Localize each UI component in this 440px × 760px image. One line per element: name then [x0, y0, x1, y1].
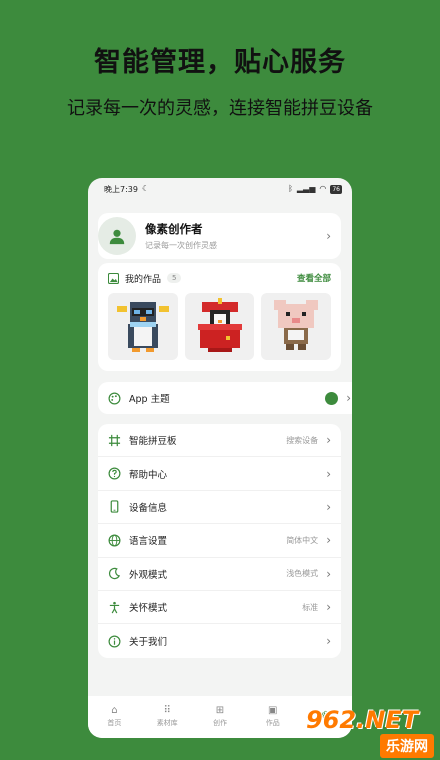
images-icon: ▣ [268, 705, 278, 716]
chevron-right-icon: › [326, 600, 331, 615]
profile-subtitle: 记录每一次创作灵感 [145, 241, 217, 250]
settings-item-label: 关于我们 [129, 637, 168, 649]
globe-icon [108, 534, 121, 547]
theme-color-swatch [325, 391, 339, 405]
chevron-right-icon: › [326, 634, 331, 649]
settings-item-label: 帮助中心 [129, 469, 168, 481]
app-theme-row[interactable]: App 主题 › [98, 382, 352, 414]
settings-item-care-mode[interactable]: 关怀模式 标准 › [98, 591, 341, 625]
settings-item-label: 智能拼豆板 [129, 436, 177, 448]
settings-item-value: 简体中文 [286, 535, 319, 545]
grid-icon: ⠿ [163, 705, 171, 716]
tab-label: 首页 [107, 719, 122, 727]
work-thumbnail-penguin[interactable] [108, 293, 178, 360]
red-bowl-pixel-art [197, 297, 242, 352]
works-title: 我的作品 [125, 274, 162, 285]
settings-item-value: 标准 [302, 602, 319, 612]
profile-card[interactable]: 像素创作者 记录每一次创作灵感 › [98, 213, 341, 259]
status-bar: 晚上7:39 ☾ ᛒ ▂▃▅ ◠ 76 [88, 178, 352, 200]
settings-list: 智能拼豆板 搜索设备 › 帮助中心 › 设备信息 › 语言设置 简体中文 › 外… [98, 424, 341, 658]
app-theme-label: App 主题 [129, 394, 170, 405]
wifi-icon: ◠ [319, 184, 327, 193]
avatar [98, 217, 136, 255]
chevron-right-icon: › [346, 391, 351, 405]
settings-item-value: 搜索设备 [286, 435, 319, 445]
home-icon: ⌂ [111, 705, 118, 716]
tab-create[interactable]: ⊞ 创作 [195, 706, 245, 728]
bluetooth-icon: ᛒ [288, 184, 293, 193]
settings-item-language[interactable]: 语言设置 简体中文 › [98, 524, 341, 558]
bear-pixel-art [274, 299, 319, 350]
settings-item-help[interactable]: 帮助中心 › [98, 457, 341, 491]
work-thumbnail-bear[interactable] [261, 293, 332, 360]
plus-square-icon: ⊞ [215, 705, 225, 716]
user-icon [109, 229, 125, 245]
works-count-badge: 5 [167, 273, 182, 283]
settings-item-appearance[interactable]: 外观模式 浅色模式 › [98, 558, 341, 591]
tab-works[interactable]: ▣ 作品 [248, 706, 298, 728]
grid-hash-icon [108, 434, 121, 447]
tab-materials[interactable]: ⠿ 素材库 [142, 706, 192, 728]
settings-item-smart-board[interactable]: 智能拼豆板 搜索设备 › [98, 424, 341, 458]
settings-item-label: 外观模式 [129, 569, 168, 581]
profile-name: 像素创作者 [145, 222, 203, 236]
tab-home[interactable]: ⌂ 首页 [89, 706, 139, 728]
moon-icon [108, 567, 121, 580]
penguin-pixel-art [116, 301, 169, 352]
phone-icon [108, 500, 121, 514]
info-circle-icon [108, 635, 121, 648]
settings-item-label: 关怀模式 [129, 603, 168, 615]
tab-label: 创作 [212, 719, 227, 727]
tab-label: 作品 [265, 719, 280, 727]
site-watermark: 962.NET 乐游网 [306, 706, 434, 758]
settings-item-value: 浅色模式 [286, 569, 319, 579]
work-thumbnail-red-bowl[interactable] [184, 293, 255, 360]
watermark-site-name: 乐游网 [380, 734, 434, 758]
palette-icon [108, 392, 121, 405]
phone-screen: 晚上7:39 ☾ ᛒ ▂▃▅ ◠ 76 像素创作者 记录每一次创作灵感 › 我的… [88, 178, 352, 738]
settings-item-label: 语言设置 [129, 536, 168, 548]
promo-subline: 记录每一次的灵感，连接智能拼豆设备 [67, 98, 373, 119]
moon-icon: ☾ [141, 184, 150, 193]
settings-item-label: 设备信息 [129, 502, 168, 514]
status-time: 晚上7:39 [104, 184, 138, 194]
signal-icon: ▂▃▅ [296, 184, 316, 193]
chevron-right-icon: › [326, 499, 331, 514]
chevron-right-icon: › [326, 466, 331, 481]
chevron-right-icon: › [326, 229, 331, 243]
chevron-right-icon: › [326, 433, 331, 448]
settings-item-device-info[interactable]: 设备信息 › [98, 491, 341, 525]
battery-icon: 76 [330, 184, 342, 194]
settings-item-about[interactable]: 关于我们 › [98, 624, 341, 657]
tab-label: 素材库 [156, 719, 178, 727]
watermark-logo-text: 962.NET [306, 706, 419, 734]
promo-headline: 智能管理，贴心服务 [94, 47, 346, 78]
chevron-right-icon: › [326, 533, 331, 548]
my-works-card: 我的作品 5 查看全部 [98, 263, 341, 371]
question-circle-icon [108, 467, 121, 480]
image-icon [108, 272, 119, 284]
view-all-link[interactable]: 查看全部 [297, 272, 331, 284]
chevron-right-icon: › [326, 566, 331, 581]
accessibility-icon [108, 601, 121, 614]
